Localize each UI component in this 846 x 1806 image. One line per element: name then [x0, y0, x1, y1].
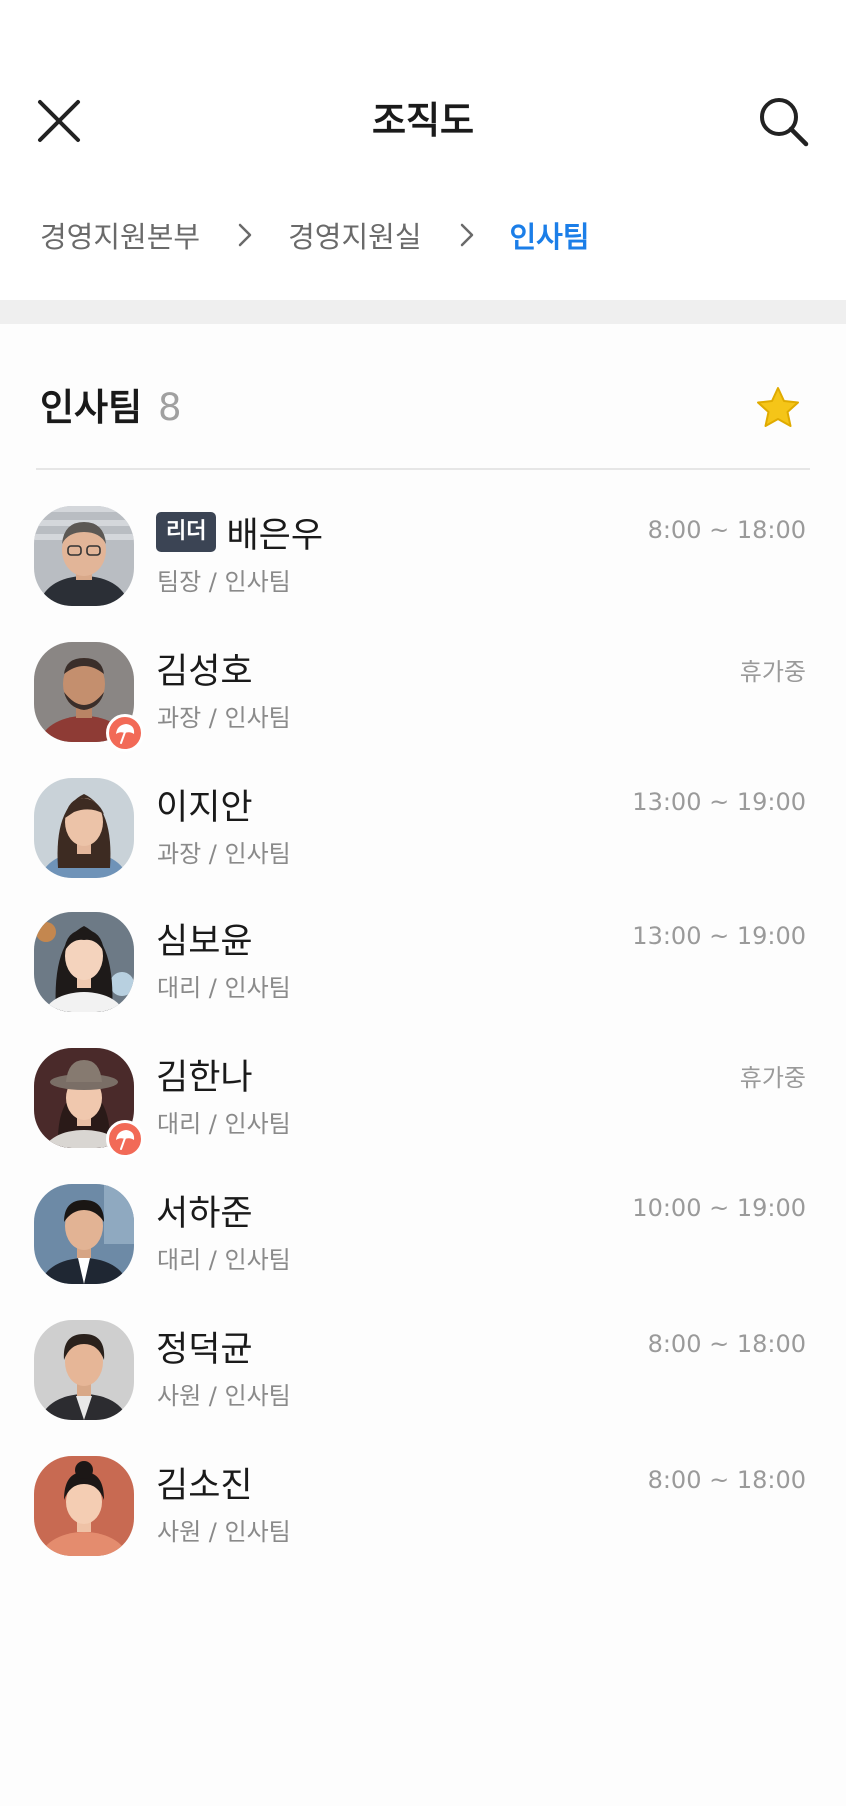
leader-badge: 리더 — [156, 512, 217, 552]
avatar — [34, 912, 134, 1012]
team-header-divider — [36, 468, 810, 470]
team-member-count: 8 — [158, 386, 182, 429]
favorite-button[interactable] — [754, 384, 802, 432]
member-name: 배은우 — [226, 515, 324, 556]
member-row[interactable]: 김성호 과장 / 인사팀 휴가중 — [0, 636, 846, 766]
member-status: 13:00 ~ 19:00 — [632, 922, 806, 950]
member-status: 10:00 ~ 19:00 — [632, 1194, 806, 1222]
header: 조직도 경영지원본부 경영지원실 인사팀 — [0, 0, 846, 300]
avatar — [34, 1456, 134, 1556]
member-status: 8:00 ~ 18:00 — [647, 1330, 806, 1358]
member-name: 심보윤 — [156, 921, 253, 962]
star-icon — [757, 387, 799, 427]
member-status: 8:00 ~ 18:00 — [647, 1466, 806, 1494]
member-role: 대리 / 인사팀 — [157, 1110, 291, 1138]
member-name: 서하준 — [156, 1193, 253, 1234]
avatar — [34, 1320, 134, 1420]
member-role: 팀장 / 인사팀 — [157, 568, 291, 596]
member-name: 김성호 — [156, 651, 253, 692]
avatar — [34, 506, 134, 606]
member-row[interactable]: 김소진 사원 / 인사팀 8:00 ~ 18:00 — [0, 1450, 846, 1580]
chevron-right-icon — [460, 223, 473, 247]
member-status: 8:00 ~ 18:00 — [647, 516, 806, 544]
member-row[interactable]: 정덕균 사원 / 인사팀 8:00 ~ 18:00 — [0, 1314, 846, 1444]
section-divider — [0, 300, 846, 324]
breadcrumb-item-division[interactable]: 경영지원본부 — [40, 214, 200, 256]
team-name: 인사팀 — [40, 386, 143, 429]
page-title: 조직도 — [371, 99, 475, 142]
member-row[interactable]: 리더 배은우 팀장 / 인사팀 8:00 ~ 18:00 — [0, 500, 846, 630]
breadcrumb-item-office[interactable]: 경영지원실 — [288, 214, 421, 256]
member-row[interactable]: 서하준 대리 / 인사팀 10:00 ~ 19:00 — [0, 1178, 846, 1308]
member-role: 대리 / 인사팀 — [157, 1246, 291, 1274]
member-status: 13:00 ~ 19:00 — [632, 788, 806, 816]
member-name: 김소진 — [156, 1465, 253, 1506]
breadcrumb: 경영지원본부 경영지원실 인사팀 — [40, 210, 590, 260]
chevron-right-icon — [238, 223, 252, 247]
avatar — [34, 778, 134, 878]
member-role: 과장 / 인사팀 — [157, 704, 291, 732]
team-header: 인사팀 8 — [40, 380, 810, 440]
umbrella-icon — [116, 724, 135, 744]
member-row[interactable]: 이지안 과장 / 인사팀 13:00 ~ 19:00 — [0, 772, 846, 902]
member-role: 사원 / 인사팀 — [157, 1518, 291, 1546]
member-name: 정덕균 — [156, 1329, 253, 1370]
breadcrumb-item-current[interactable]: 인사팀 — [510, 214, 590, 256]
member-row[interactable]: 심보윤 대리 / 인사팀 13:00 ~ 19:00 — [0, 906, 846, 1036]
member-name: 김한나 — [156, 1057, 253, 1098]
member-name: 이지안 — [156, 787, 253, 828]
vacation-badge — [106, 714, 144, 752]
avatar — [34, 1184, 134, 1284]
member-role: 과장 / 인사팀 — [157, 840, 291, 868]
member-row[interactable]: 김한나 대리 / 인사팀 휴가중 — [0, 1042, 846, 1172]
member-role: 사원 / 인사팀 — [157, 1382, 291, 1410]
member-role: 대리 / 인사팀 — [157, 974, 291, 1002]
member-status: 휴가중 — [739, 658, 806, 686]
vacation-badge — [106, 1120, 144, 1158]
member-status: 휴가중 — [739, 1064, 806, 1092]
search-icon — [760, 98, 809, 147]
umbrella-icon — [116, 1130, 135, 1150]
search-button[interactable] — [754, 92, 814, 152]
